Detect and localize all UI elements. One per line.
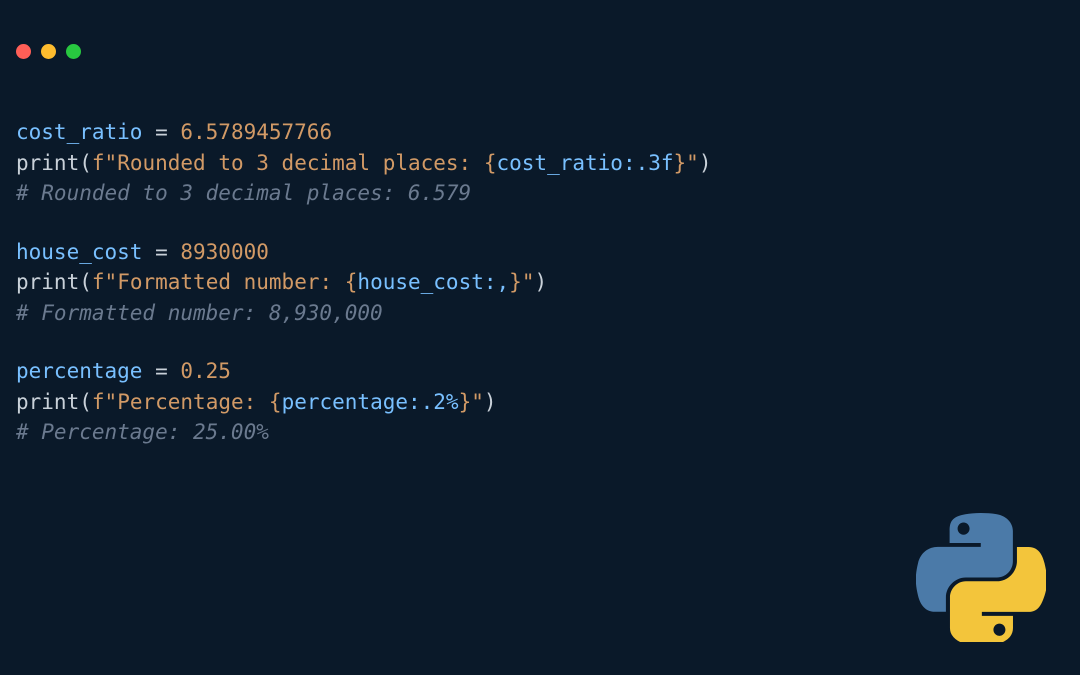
code-block-3: percentage = 0.25 print(f"Percentage: {p…: [16, 356, 1064, 447]
maximize-icon[interactable]: [66, 44, 81, 59]
code-fstring-var: percentage: [282, 390, 408, 414]
code-brace: }: [509, 270, 522, 294]
code-fstring-var: house_cost: [357, 270, 483, 294]
close-icon[interactable]: [16, 44, 31, 59]
code-fprefix: f: [92, 390, 105, 414]
code-brace: }: [674, 151, 687, 175]
code-variable: percentage: [16, 359, 142, 383]
code-brace: {: [269, 390, 282, 414]
code-format-spec: :.2%: [408, 390, 459, 414]
code-quote: ": [105, 151, 118, 175]
code-function: print: [16, 270, 79, 294]
code-operator: =: [142, 240, 180, 264]
code-quote: ": [105, 270, 118, 294]
code-paren: ): [484, 390, 497, 414]
code-block-2: house_cost = 8930000 print(f"Formatted n…: [16, 237, 1064, 328]
code-number: 6.5789457766: [180, 120, 332, 144]
code-paren: ): [534, 270, 547, 294]
code-fstring-var: cost_ratio: [497, 151, 623, 175]
minimize-icon[interactable]: [41, 44, 56, 59]
code-paren: ): [699, 151, 712, 175]
code-brace: }: [459, 390, 472, 414]
code-comment: # Formatted number: 8,930,000: [16, 301, 383, 325]
code-string: Percentage:: [117, 390, 269, 414]
window-traffic-lights: [0, 0, 1080, 59]
code-string: Formatted number:: [117, 270, 345, 294]
code-format-spec: :.3f: [623, 151, 674, 175]
code-function: print: [16, 151, 79, 175]
code-paren: (: [79, 390, 92, 414]
python-logo-icon: [916, 513, 1046, 643]
code-quote: ": [522, 270, 535, 294]
code-quote: ": [105, 390, 118, 414]
code-editor: cost_ratio = 6.5789457766 print(f"Rounde…: [0, 59, 1080, 447]
code-fprefix: f: [92, 151, 105, 175]
code-brace: {: [345, 270, 358, 294]
code-fprefix: f: [92, 270, 105, 294]
code-brace: {: [484, 151, 497, 175]
code-operator: =: [142, 120, 180, 144]
code-quote: ": [686, 151, 699, 175]
code-block-1: cost_ratio = 6.5789457766 print(f"Rounde…: [16, 117, 1064, 208]
code-comment: # Rounded to 3 decimal places: 6.579: [16, 181, 471, 205]
code-format-spec: :,: [484, 270, 509, 294]
code-paren: (: [79, 270, 92, 294]
code-function: print: [16, 390, 79, 414]
code-operator: =: [142, 359, 180, 383]
code-comment: # Percentage: 25.00%: [16, 420, 269, 444]
code-variable: house_cost: [16, 240, 142, 264]
code-string: Rounded to 3 decimal places:: [117, 151, 484, 175]
code-number: 8930000: [180, 240, 269, 264]
code-quote: ": [471, 390, 484, 414]
code-paren: (: [79, 151, 92, 175]
code-variable: cost_ratio: [16, 120, 142, 144]
code-number: 0.25: [180, 359, 231, 383]
